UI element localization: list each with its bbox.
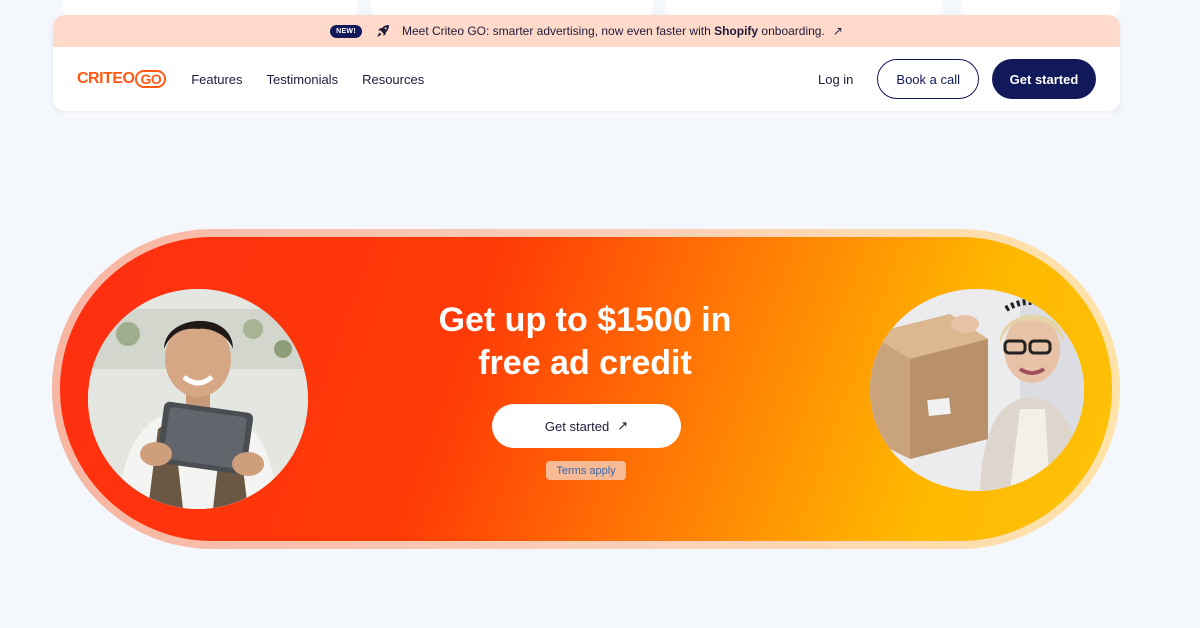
login-link[interactable]: Log in bbox=[818, 72, 853, 87]
woman-with-box-photo bbox=[870, 289, 1084, 491]
nav-link-testimonials[interactable]: Testimonials bbox=[267, 72, 339, 87]
hero-headline: Get up to $1500 in free ad credit bbox=[360, 299, 810, 385]
book-call-button[interactable]: Book a call bbox=[877, 59, 979, 99]
new-badge: NEW! bbox=[330, 24, 362, 38]
headline-line-1: Get up to $1500 in bbox=[438, 301, 732, 339]
headline-line-2: free ad credit bbox=[478, 344, 692, 382]
terms-apply-link[interactable]: Terms apply bbox=[546, 461, 626, 480]
man-with-tablet-photo bbox=[88, 289, 308, 509]
main-nav: CRITEO GO Features Testimonials Resources… bbox=[53, 47, 1120, 111]
arrow-up-right-icon: ↗ bbox=[617, 418, 629, 433]
cta-label: Get started bbox=[544, 418, 610, 434]
hero-banner: Get up to $1500 in free ad credit Get st… bbox=[60, 237, 1112, 541]
arrow-up-right-icon: ↗ bbox=[832, 24, 843, 38]
rocket-icon bbox=[376, 24, 390, 38]
announcement-bar[interactable]: NEW! Meet Criteo GO: smarter advertising… bbox=[53, 15, 1120, 47]
hero-get-started-button[interactable]: Get started ↗ bbox=[492, 404, 681, 448]
nav-actions: Log in Book a call Get started bbox=[818, 59, 1096, 99]
nav-link-resources[interactable]: Resources bbox=[362, 72, 424, 87]
announcement-text: Meet Criteo GO: smarter advertising, now… bbox=[401, 24, 825, 38]
criteo-go-logo[interactable]: CRITEO GO bbox=[77, 70, 167, 88]
nav-links: Features Testimonials Resources bbox=[191, 72, 424, 87]
header-underlay bbox=[60, 111, 1113, 117]
nav-link-features[interactable]: Features bbox=[191, 72, 242, 87]
get-started-nav-button[interactable]: Get started bbox=[992, 59, 1096, 99]
site-header: NEW! Meet Criteo GO: smarter advertising… bbox=[53, 15, 1120, 111]
